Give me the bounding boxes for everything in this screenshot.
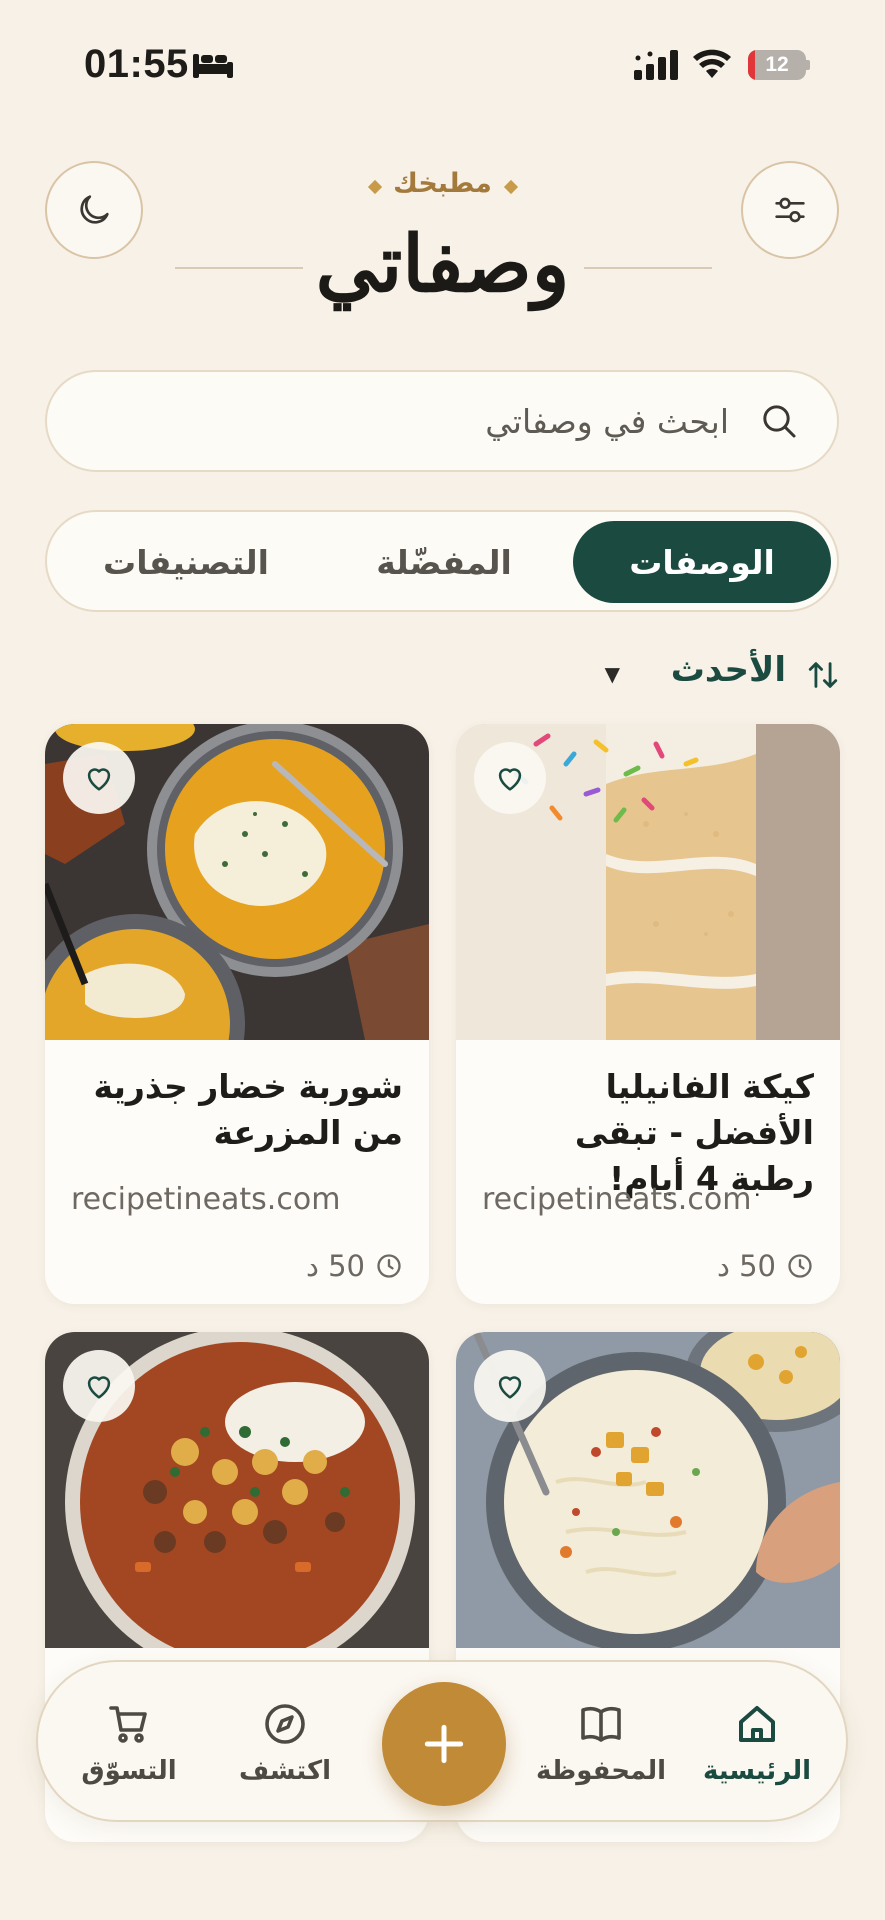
heart-icon: [498, 1376, 522, 1399]
sort-arrows-icon: [808, 662, 838, 688]
favorite-button[interactable]: [63, 742, 135, 814]
recipe-time: 50 د: [717, 1246, 814, 1286]
favorite-button[interactable]: [474, 1350, 546, 1422]
status-bar: 01:55 12: [0, 0, 885, 130]
recipe-card[interactable]: كيكة الفانيليا الأفضل - تبقى رطبة 4 أيام…: [456, 724, 840, 1304]
heart-icon: [87, 768, 111, 791]
status-time: 01:55: [84, 42, 189, 86]
wifi-icon: [693, 49, 731, 78]
nav-saved[interactable]: المحفوظة: [526, 1700, 676, 1800]
clock-icon: [377, 1254, 401, 1278]
nav-home[interactable]: الرئيسية: [682, 1700, 832, 1800]
battery-level: 12: [765, 53, 789, 76]
clock-icon: [788, 1254, 812, 1278]
nav-explore[interactable]: اكتشف: [210, 1700, 360, 1800]
battery-icon: 12: [748, 50, 810, 80]
heart-icon: [87, 1376, 111, 1399]
signal-icon: [634, 50, 678, 80]
cart-icon: [109, 1706, 147, 1743]
header-kicker: مطبخك: [393, 168, 492, 199]
recipe-time-text: 50 د: [716, 1249, 776, 1283]
tab-recipes[interactable]: الوصفات: [573, 521, 831, 603]
favorite-button[interactable]: [474, 742, 546, 814]
nav-shopping-label: التسوّق: [81, 1756, 177, 1786]
nav-saved-label: المحفوظة: [535, 1756, 667, 1786]
home-icon: [739, 1706, 775, 1742]
recipe-source: recipetineats.com: [71, 1182, 341, 1217]
recipe-card[interactable]: شوربة خضار جذرية من المزرعة recipetineat…: [45, 724, 429, 1304]
heart-icon: [498, 768, 522, 791]
chevron-down-icon: ▼: [604, 662, 620, 686]
search-input[interactable]: [169, 372, 729, 470]
search-icon: [763, 405, 796, 438]
sort-control[interactable]: الأحدث ▼: [560, 650, 840, 700]
bed-icon: [193, 54, 233, 78]
nav-explore-label: اكتشف: [238, 1756, 332, 1786]
compass-icon: [265, 1704, 305, 1744]
book-icon: [581, 1706, 621, 1742]
tab-favorites[interactable]: المفضّلة: [315, 521, 573, 603]
recipe-source: recipetineats.com: [482, 1182, 752, 1217]
recipe-time-text: 50 د: [305, 1249, 365, 1283]
sort-label: الأحدث: [670, 650, 786, 690]
add-recipe-button[interactable]: [382, 1682, 506, 1806]
plus-icon: [424, 1724, 464, 1764]
tab-categories[interactable]: التصنيفات: [57, 521, 315, 603]
recipe-title: شوربة خضار جذرية من المزرعة: [93, 1067, 403, 1152]
tab-bar: الوصفات المفضّلة التصنيفات: [45, 510, 839, 612]
favorite-button[interactable]: [63, 1350, 135, 1422]
bottom-nav: الرئيسية المحفوظة اكتشف التسوّق: [36, 1660, 848, 1822]
recipe-time: 50 د: [306, 1246, 403, 1286]
nav-home-label: الرئيسية: [702, 1756, 812, 1786]
search-bar[interactable]: [45, 370, 839, 472]
page-title: وصفاتي: [315, 219, 570, 310]
nav-shopping[interactable]: التسوّق: [54, 1700, 204, 1800]
